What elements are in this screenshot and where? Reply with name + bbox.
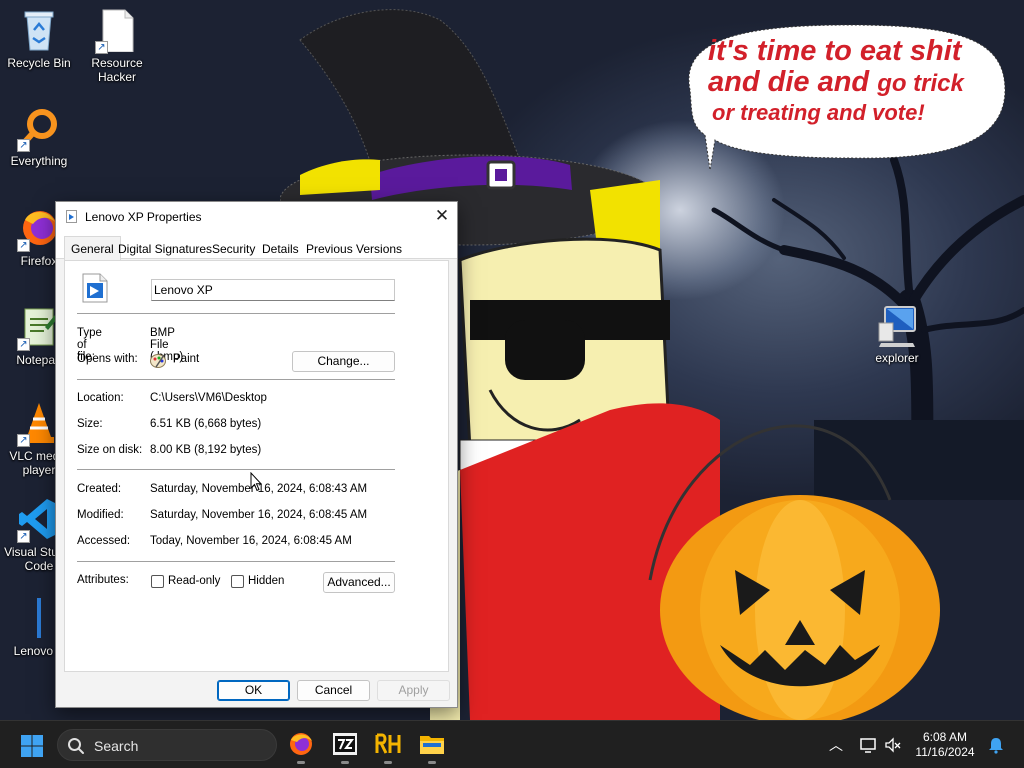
read-only-label[interactable]: Read-only xyxy=(168,575,220,587)
opens-with-value: Paint xyxy=(173,353,200,365)
tab-previous-versions[interactable]: Previous Versions xyxy=(303,240,405,258)
shortcut-arrow-icon: ↗ xyxy=(95,41,108,54)
desktop-icon-everything[interactable]: ↗ Everything xyxy=(1,106,77,168)
taskbar-7zip[interactable] xyxy=(332,731,358,764)
taskbar: Search ︿ 6:08 AM 11/16/2024 xyxy=(0,720,1024,768)
bubble-line-2a: and die and xyxy=(708,66,878,99)
recycle-bin-icon xyxy=(19,8,59,52)
cancel-button[interactable]: Cancel xyxy=(297,680,370,701)
7zip-icon xyxy=(333,733,357,755)
bubble-line-2b: go trick xyxy=(877,70,964,98)
size-on-disk-label: Size on disk: xyxy=(77,444,143,456)
properties-dialog: Lenovo XP Properties ✕ General Digital S… xyxy=(55,201,458,708)
tab-general[interactable]: General xyxy=(64,236,121,260)
firefox-icon: ↗ xyxy=(17,206,59,252)
mouse-cursor-icon xyxy=(250,472,262,492)
general-tab-panel: Lenovo XP Type of file: BMP File (.bmp) … xyxy=(64,260,449,672)
file-name-input[interactable]: Lenovo XP xyxy=(151,279,395,301)
network-icon[interactable] xyxy=(860,736,878,754)
search-icon xyxy=(68,738,84,754)
separator xyxy=(77,469,395,470)
show-hidden-icons-chevron-icon[interactable]: ︿ xyxy=(829,735,843,755)
start-button-windows-icon[interactable] xyxy=(20,734,44,758)
tab-security[interactable]: Security xyxy=(209,240,258,258)
size-value: 6.51 KB (6,668 bytes) xyxy=(150,418,262,430)
tab-details[interactable]: Details xyxy=(259,240,302,258)
location-label: Location: xyxy=(77,392,124,404)
location-value: C:\Users\VM6\Desktop xyxy=(150,392,267,404)
hidden-checkbox[interactable] xyxy=(231,575,244,588)
taskbar-firefox[interactable] xyxy=(288,731,314,764)
bubble-line-1: it's time to eat shit xyxy=(708,35,962,67)
notification-bell-icon[interactable] xyxy=(987,736,1005,754)
desktop-icon-label: Everything xyxy=(10,154,68,168)
jack-o-lantern-illustration xyxy=(648,424,940,720)
desktop-icon-resource-hacker[interactable]: ↗ Resource Hacker xyxy=(79,8,155,84)
running-indicator xyxy=(384,761,392,764)
bubble-line-2: and die and go trick xyxy=(708,67,964,98)
ok-button[interactable]: OK xyxy=(217,680,290,701)
accessed-value: Today, November 16, 2024, 6:08:45 AM xyxy=(150,535,352,547)
clock-date: 11/16/2024 xyxy=(915,745,975,759)
size-label: Size: xyxy=(77,418,103,430)
file-explorer-icon xyxy=(420,736,444,754)
change-button[interactable]: Change... xyxy=(292,351,395,372)
shortcut-arrow-icon: ↗ xyxy=(17,239,30,252)
separator xyxy=(77,561,395,562)
opens-with-label: Opens with: xyxy=(77,353,138,365)
shortcut-arrow-icon: ↗ xyxy=(17,338,30,351)
close-icon: ✕ xyxy=(434,206,450,225)
advanced-button[interactable]: Advanced... xyxy=(323,572,395,593)
bmp-file-icon xyxy=(66,210,77,223)
vlc-icon: ↗ xyxy=(17,401,59,447)
desktop-icon-label: explorer xyxy=(875,351,919,365)
resource-hacker-icon: ↗ xyxy=(95,8,137,54)
firefox-icon xyxy=(290,733,312,755)
explorer-computer-icon xyxy=(877,303,917,347)
taskbar-search-box[interactable]: Search xyxy=(57,729,277,761)
dialog-title: Lenovo XP Properties xyxy=(85,210,202,224)
resource-hacker-icon xyxy=(375,733,401,754)
shortcut-arrow-icon: ↗ xyxy=(17,530,30,543)
read-only-checkbox[interactable] xyxy=(151,575,164,588)
hidden-label[interactable]: Hidden xyxy=(248,575,284,587)
running-indicator xyxy=(297,761,305,764)
vscode-icon: ↗ xyxy=(17,497,59,543)
dialog-titlebar[interactable]: Lenovo XP Properties ✕ xyxy=(56,202,457,231)
desktop-icon-label: Recycle Bin xyxy=(7,56,71,70)
running-indicator xyxy=(341,761,349,764)
system-clock[interactable]: 6:08 AM 11/16/2024 xyxy=(910,730,980,760)
bubble-line-3: or treating and vote! xyxy=(712,99,925,125)
notepad-icon: ↗ xyxy=(17,305,59,351)
desktop-icon-explorer[interactable]: explorer xyxy=(859,303,935,365)
shortcut-arrow-icon: ↗ xyxy=(17,139,30,152)
close-button[interactable]: ✕ xyxy=(427,202,457,231)
everything-search-icon: ↗ xyxy=(17,106,59,152)
desktop-icon-label: Resource Hacker xyxy=(91,56,143,84)
size-on-disk-value: 8.00 KB (8,192 bytes) xyxy=(150,444,262,456)
volume-muted-icon[interactable] xyxy=(884,736,902,754)
clock-time: 6:08 AM xyxy=(922,730,968,744)
accessed-label: Accessed: xyxy=(77,535,131,547)
modified-label: Modified: xyxy=(77,509,124,521)
attributes-label: Attributes: xyxy=(77,574,129,586)
search-placeholder: Search xyxy=(94,738,139,754)
modified-value: Saturday, November 16, 2024, 6:08:45 AM xyxy=(150,509,368,521)
tab-bar: General Digital Signatures Security Deta… xyxy=(56,231,457,260)
desktop-icon-recycle-bin[interactable]: Recycle Bin xyxy=(1,8,77,70)
image-file-icon xyxy=(19,596,59,640)
speech-bubble-text: it's time to eat shit and die and go tri… xyxy=(708,35,998,125)
bmp-file-icon xyxy=(82,273,108,303)
apply-button[interactable]: Apply xyxy=(377,680,450,701)
tab-digital-signatures[interactable]: Digital Signatures xyxy=(115,240,215,258)
separator xyxy=(77,313,395,314)
running-indicator xyxy=(428,761,436,764)
taskbar-file-explorer[interactable] xyxy=(419,731,445,764)
created-label: Created: xyxy=(77,483,122,495)
separator xyxy=(77,379,395,380)
taskbar-resource-hacker[interactable] xyxy=(375,731,401,764)
paint-icon xyxy=(150,354,166,368)
shortcut-arrow-icon: ↗ xyxy=(17,434,30,447)
